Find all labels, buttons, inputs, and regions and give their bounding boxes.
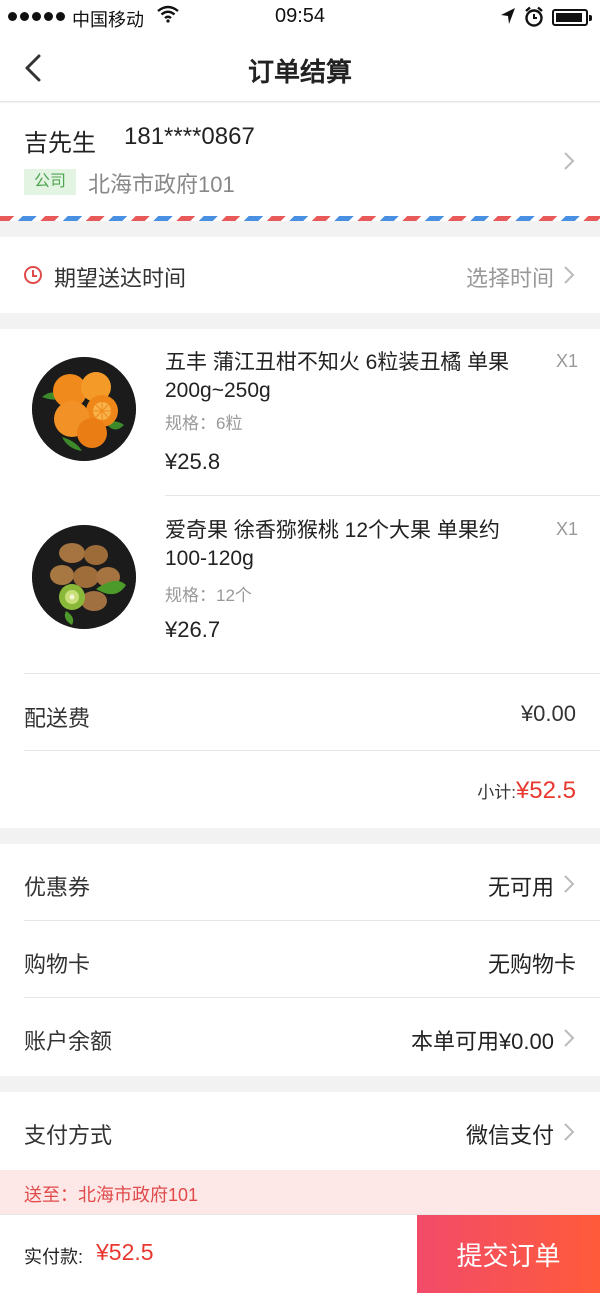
product-title: 爱奇果 徐香猕猴桃 12个大果 单果约100-120g xyxy=(165,519,500,570)
location-arrow-icon xyxy=(501,8,515,24)
clock-icon xyxy=(24,266,42,284)
product-quantity: X1 xyxy=(555,351,578,371)
orange-product-image xyxy=(32,357,136,461)
order-items: 五丰 蒲江丑柑不知火 6粒装丑橘 单果200g~250g 规格：6粒 ¥25.8… xyxy=(0,329,600,828)
send-to-text: 送至：北海市政府101 xyxy=(24,1185,199,1205)
chevron-right-icon xyxy=(564,152,575,170)
coupon-value: 无可用 xyxy=(487,875,554,900)
amount-due-label: 实付款: xyxy=(24,1247,84,1267)
shopping-card-row[interactable]: 购物卡 无购物卡 xyxy=(24,921,600,998)
chevron-right-icon xyxy=(564,1029,575,1047)
delivery-time-value: 选择时间 xyxy=(465,266,554,291)
page-title: 订单结算 xyxy=(247,57,352,87)
account-balance-value: 本单可用¥0.00 xyxy=(410,1029,554,1054)
product-spec: 规格：12个 xyxy=(165,586,252,605)
account-balance-row[interactable]: 账户余额 本单可用¥0.00 xyxy=(24,998,600,1075)
address-tag: 公司 xyxy=(24,169,77,195)
payment-method-label: 支付方式 xyxy=(24,1123,113,1148)
coupon-row[interactable]: 优惠券 无可用 xyxy=(24,844,600,921)
discount-options: 优惠券 无可用 购物卡 无购物卡 账户余额 本单可用¥0.00 xyxy=(0,844,600,1076)
navigation-bar: 订单结算 xyxy=(0,34,600,102)
delivery-fee-value: ¥0.00 xyxy=(520,701,576,726)
recipient-phone: 181****0867 xyxy=(124,123,255,150)
chevron-right-icon xyxy=(564,266,575,284)
product-item[interactable]: 五丰 蒲江丑柑不知火 6粒装丑橘 单果200g~250g 规格：6粒 ¥25.8… xyxy=(0,329,600,495)
status-bar: 中国移动 09:54 xyxy=(0,0,600,34)
payment-method-row[interactable]: 支付方式 微信支付 xyxy=(0,1092,600,1170)
address-detail: 北海市政府101 xyxy=(88,172,235,197)
delivery-time-row[interactable]: 期望送达时间 选择时间 xyxy=(0,237,600,313)
delivery-fee-label: 配送费 xyxy=(24,706,91,731)
subtotal-label: 小计: xyxy=(477,783,516,802)
alarm-clock-icon xyxy=(525,6,543,27)
delivery-time-label: 期望送达时间 xyxy=(54,266,187,291)
divider xyxy=(165,495,600,496)
account-balance-label: 账户余额 xyxy=(24,1029,113,1054)
product-spec: 规格：6粒 xyxy=(165,414,243,433)
subtotal-amount: ¥52.5 xyxy=(515,777,576,804)
airmail-stripe xyxy=(0,216,600,221)
divider xyxy=(24,750,600,751)
shopping-card-label: 购物卡 xyxy=(24,952,91,977)
shopping-card-value: 无购物卡 xyxy=(487,952,576,977)
product-price: ¥26.7 xyxy=(165,617,221,642)
product-price: ¥25.8 xyxy=(165,449,221,474)
chevron-right-icon xyxy=(564,875,575,893)
address-card[interactable]: 吉先生 181****0867 公司 北海市政府101 xyxy=(0,103,600,221)
divider xyxy=(24,673,600,674)
product-quantity: X1 xyxy=(555,519,578,539)
coupon-label: 优惠券 xyxy=(24,875,91,900)
send-to-banner: 送至：北海市政府101 xyxy=(0,1170,600,1214)
product-title: 五丰 蒲江丑柑不知火 6粒装丑橘 单果200g~250g xyxy=(165,351,510,402)
submit-order-button[interactable]: 提交订单 xyxy=(417,1215,600,1293)
subtotal: 小计:¥52.5 xyxy=(477,777,576,805)
payment-method-value: 微信支付 xyxy=(465,1123,554,1148)
recipient-name: 吉先生 xyxy=(24,130,96,157)
product-item[interactable]: 爱奇果 徐香猕猴桃 12个大果 单果约100-120g 规格：12个 ¥26.7… xyxy=(0,497,600,663)
kiwi-product-image xyxy=(32,525,136,629)
battery-icon xyxy=(552,9,592,26)
amount-due-value: ¥52.5 xyxy=(96,1239,154,1265)
checkout-bar: 实付款: ¥52.5 提交订单 xyxy=(0,1214,600,1293)
chevron-right-icon xyxy=(564,1123,575,1141)
